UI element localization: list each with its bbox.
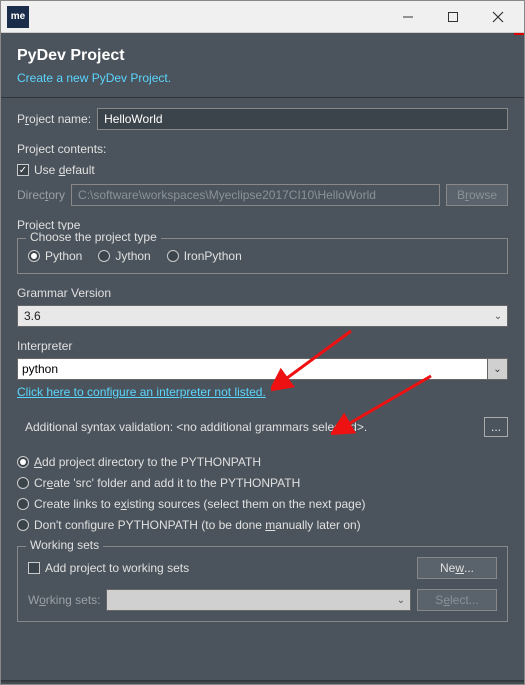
configure-interpreter-link[interactable]: Click here to configure an interpreter n… (17, 385, 508, 399)
radio-label: Add project directory to the PYTHONPATH (34, 455, 261, 469)
new-working-set-button[interactable]: New... (417, 557, 497, 579)
add-to-working-sets-row: Add project to working sets New... (28, 557, 497, 579)
dialog-content: Project name: Project contents: ✓ Use de… (1, 108, 524, 680)
grammar-value: 3.6 (18, 309, 489, 323)
maximize-button[interactable] (430, 2, 475, 32)
interpreter-label: Interpreter (17, 339, 508, 353)
select-working-set-button: Select... (417, 589, 497, 611)
working-sets-legend: Working sets (26, 538, 103, 552)
interpreter-input[interactable] (17, 358, 488, 380)
checkbox-icon: ✓ (17, 164, 29, 176)
dialog-window: me PyDev Project Create a new PyDev Proj… (0, 0, 525, 685)
close-button[interactable] (475, 2, 520, 32)
use-default-checkbox[interactable]: ✓ Use default (17, 163, 508, 177)
working-sets-label: Working sets: (28, 593, 100, 607)
grammar-label: Grammar Version (17, 286, 508, 300)
add-to-working-sets-checkbox[interactable]: Add project to working sets (28, 561, 411, 575)
radio-python[interactable]: Python (28, 249, 82, 263)
directory-input: C:\software\workspaces\Myeclipse2017CI10… (71, 184, 440, 206)
radio-icon (167, 250, 179, 262)
pythonpath-radios: Add project directory to the PYTHONPATH … (17, 455, 508, 532)
minimize-button[interactable] (385, 2, 430, 32)
chevron-down-icon: ⌄ (392, 595, 410, 606)
project-type-section: Project type Choose the project type Pyt… (17, 218, 508, 274)
dialog-header: PyDev Project Create a new PyDev Project… (1, 35, 524, 95)
checkbox-icon (28, 562, 40, 574)
divider (1, 97, 524, 98)
project-type-radios: Python Jython IronPython (28, 249, 497, 263)
dialog-title: PyDev Project (17, 47, 508, 65)
radio-icon (28, 250, 40, 262)
app-icon: me (7, 6, 29, 28)
radio-icon (17, 456, 29, 468)
additional-validation-button[interactable]: ... (484, 417, 508, 437)
additional-validation-row: Additional syntax validation: <no additi… (17, 417, 508, 437)
radio-dont-configure[interactable]: Don't configure PYTHONPATH (to be done m… (17, 518, 508, 532)
radio-icon (17, 498, 29, 510)
project-name-row: Project name: (17, 108, 508, 130)
dialog-subtitle: Create a new PyDev Project. (17, 71, 508, 85)
radio-label: Don't configure PYTHONPATH (to be done m… (34, 518, 361, 532)
additional-validation-label: Additional syntax validation: <no additi… (25, 420, 474, 434)
radio-icon (17, 477, 29, 489)
chevron-down-icon[interactable]: ⌄ (488, 358, 508, 380)
radio-label: Jython (115, 249, 150, 263)
radio-icon (17, 519, 29, 531)
project-contents-heading: Project contents: (17, 142, 508, 156)
working-sets-select: ⌄ (106, 589, 411, 611)
working-sets-fieldset: Working sets Add project to working sets… (17, 546, 508, 622)
radio-create-src[interactable]: Create 'src' folder and add it to the PY… (17, 476, 508, 490)
radio-label: Create links to existing sources (select… (34, 497, 366, 511)
radio-ironpython[interactable]: IronPython (167, 249, 242, 263)
project-type-fieldset: Choose the project type Python Jython Ir… (17, 238, 508, 274)
interpreter-combo[interactable]: ⌄ (17, 358, 508, 380)
project-name-input[interactable] (97, 108, 508, 130)
directory-label: Directory (17, 188, 65, 202)
radio-create-links[interactable]: Create links to existing sources (select… (17, 497, 508, 511)
working-sets-select-row: Working sets: ⌄ Select... (28, 589, 497, 611)
directory-row: Directory C:\software\workspaces\Myeclip… (17, 184, 508, 206)
use-default-label: Use default (34, 163, 95, 177)
radio-label: Create 'src' folder and add it to the PY… (34, 476, 300, 490)
radio-jython[interactable]: Jython (98, 249, 150, 263)
add-to-working-sets-label: Add project to working sets (45, 561, 189, 575)
project-type-legend: Choose the project type (26, 230, 161, 244)
radio-add-directory[interactable]: Add project directory to the PYTHONPATH (17, 455, 508, 469)
project-contents-section: Project contents: ✓ Use default Director… (17, 142, 508, 206)
grammar-select[interactable]: 3.6 ⌄ (17, 305, 508, 327)
browse-button: Browse (446, 184, 508, 206)
interpreter-section: Interpreter ⌄ Click here to configure an… (17, 339, 508, 399)
chevron-down-icon: ⌄ (489, 311, 507, 322)
project-name-label: Project name: (17, 112, 91, 126)
bottom-shadow (1, 680, 524, 684)
radio-icon (98, 250, 110, 262)
grammar-section: Grammar Version 3.6 ⌄ (17, 286, 508, 327)
radio-label: IronPython (184, 249, 242, 263)
titlebar: me (1, 1, 524, 33)
radio-label: Python (45, 249, 82, 263)
